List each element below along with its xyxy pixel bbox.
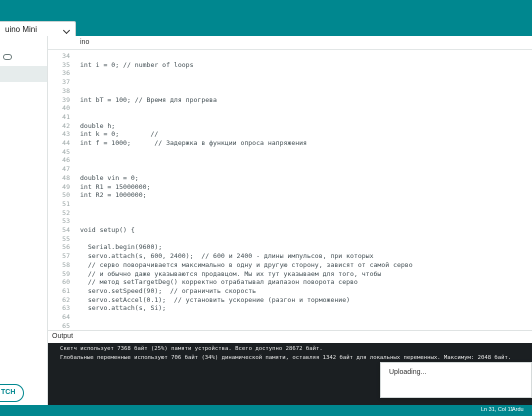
code-line[interactable]: // и обычно даже указываются продавцом. …: [80, 270, 382, 278]
editor-tabbar: ino: [48, 36, 532, 50]
line-number: 40: [62, 104, 70, 113]
top-toolbar: uino Mini: [0, 0, 532, 38]
line-number: 58: [62, 260, 70, 269]
line-number: 48: [62, 173, 70, 182]
code-line[interactable]: double h;: [80, 122, 115, 130]
line-number: 63: [62, 304, 70, 313]
line-number: 56: [62, 243, 70, 252]
sidebar-item-cloud[interactable]: [0, 50, 47, 64]
line-number: 37: [62, 78, 70, 87]
line-number: 59: [62, 269, 70, 278]
output-label: Output: [52, 333, 74, 340]
code-line[interactable]: int R2 = 1000000;: [80, 191, 147, 199]
upload-sketch-button[interactable]: TCH: [0, 384, 24, 402]
line-number: 36: [62, 69, 70, 78]
line-number: 50: [62, 191, 70, 200]
line-number: 41: [62, 112, 70, 121]
line-number: 61: [62, 286, 70, 295]
code-line[interactable]: servo.setAccel(0.1); // установить ускор…: [80, 296, 350, 304]
chevron-down-icon: [62, 26, 71, 35]
code-line[interactable]: Serial.begin(9600);: [80, 243, 162, 251]
code-line[interactable]: servo.attach(s, 600, 2400); // 600 и 240…: [80, 252, 374, 260]
code-line[interactable]: // метод setTargetDeg() корректно отраба…: [80, 278, 358, 286]
line-number: 45: [62, 147, 70, 156]
code-line[interactable]: servo.attach(s, Si);: [80, 304, 166, 312]
line-number: 62: [62, 295, 70, 304]
upload-sketch-label: TCH: [1, 389, 16, 396]
code-line[interactable]: int i = 0; // number of loops: [80, 61, 194, 69]
line-number: 64: [62, 313, 70, 321]
upload-toast: Uploading...: [380, 362, 532, 398]
code-line[interactable]: int f = 1000; // Задержка в функции опро…: [80, 139, 307, 147]
output-header: Output: [48, 330, 532, 343]
line-number: 38: [62, 86, 70, 95]
cloud-icon: [3, 54, 12, 60]
tab-sketch[interactable]: ino: [80, 36, 89, 50]
code-line[interactable]: int k = 0; //: [80, 130, 158, 138]
line-number: 42: [62, 121, 70, 130]
status-board: Ardu: [512, 407, 524, 413]
line-number: 43: [62, 130, 70, 139]
code-line[interactable]: int bT = 100; // Время для прогрева: [80, 96, 217, 104]
code-line[interactable]: servo.setSpeed(90); // ограничить скорос…: [80, 287, 256, 295]
code-line[interactable]: int R1 = 15000000;: [80, 183, 150, 191]
line-number: 34: [62, 52, 70, 60]
board-selector-label: uino Mini: [5, 25, 38, 34]
line-number: 49: [62, 182, 70, 191]
line-number: 35: [62, 60, 70, 69]
line-number: 46: [62, 156, 70, 165]
console-line: Глобальные переменные используют 706 бай…: [60, 355, 512, 361]
line-number: 55: [62, 234, 70, 243]
toast-text: Uploading...: [389, 369, 427, 376]
code-line[interactable]: void setup() {: [80, 226, 135, 234]
line-number: 53: [62, 217, 70, 226]
line-number: 39: [62, 95, 70, 104]
line-number: 57: [62, 252, 70, 261]
line-number: 60: [62, 278, 70, 287]
line-number: 54: [62, 226, 70, 234]
line-number: 44: [62, 139, 70, 147]
code-editor[interactable]: 34 35 int i = 0; // number of loops 36 37 38 3…: [48, 50, 532, 330]
console-line: Скетч использует 7368 байт (25%) памяти …: [60, 346, 323, 352]
line-number: 65: [62, 321, 70, 330]
sidebar-item-selected[interactable]: [0, 66, 47, 82]
status-bar: Ln 31, Col 11 Ardu: [0, 405, 532, 416]
code-line[interactable]: // серво поворачивается максимально в од…: [80, 261, 413, 269]
line-number: 52: [62, 208, 70, 217]
code-line[interactable]: double vin = 0;: [80, 174, 139, 182]
cursor-position: Ln 31, Col 11: [481, 407, 514, 413]
left-sidebar: TCH: [0, 36, 48, 416]
line-number: 47: [62, 165, 70, 174]
line-number: 51: [62, 199, 70, 208]
